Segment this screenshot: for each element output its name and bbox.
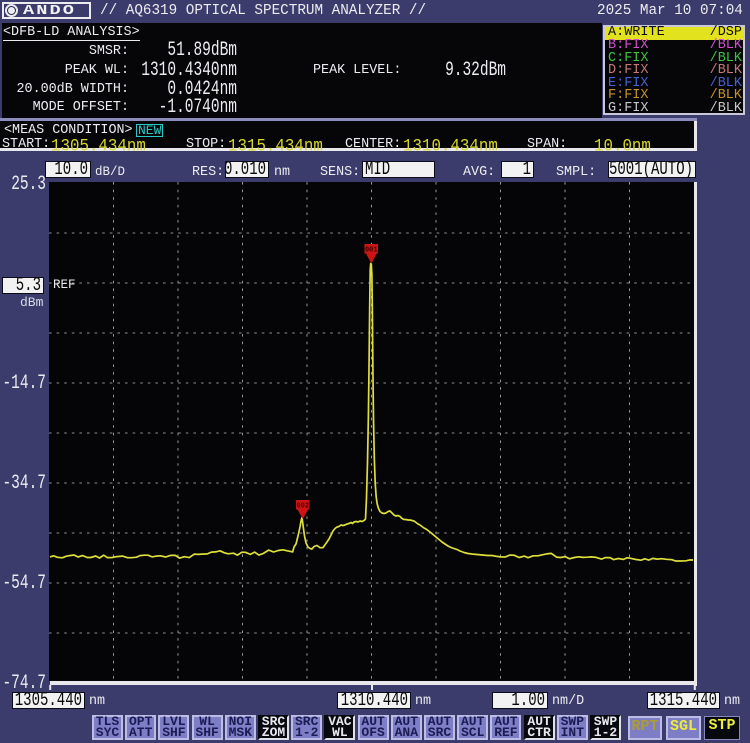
svg-text:REF: REF bbox=[53, 278, 76, 292]
svg-text:001: 001 bbox=[365, 247, 378, 255]
svg-text:002: 002 bbox=[296, 503, 309, 511]
